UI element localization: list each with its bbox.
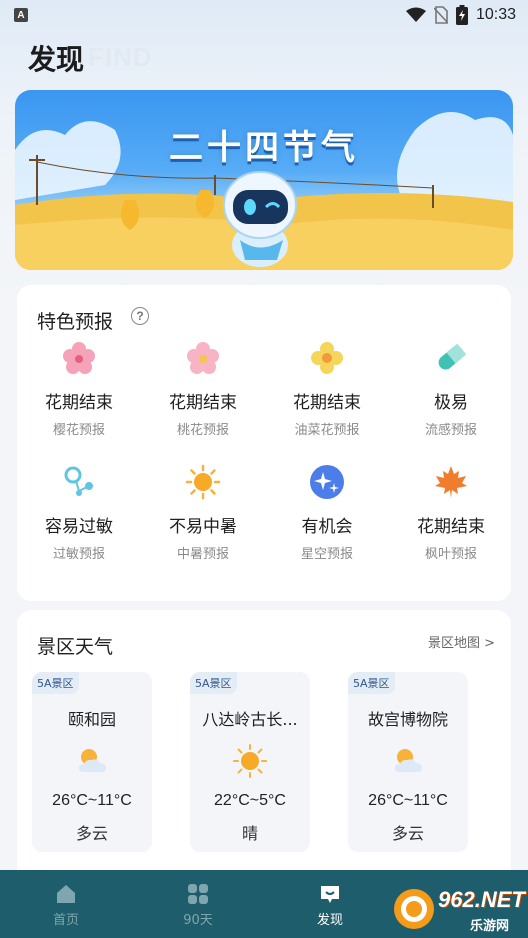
feature-status: 花期结束 xyxy=(169,393,237,413)
battery-charging-icon xyxy=(455,5,468,25)
feature-label: 星空预报 xyxy=(300,547,353,562)
feature-status: 不易中暑 xyxy=(169,517,237,537)
status-bar: A 10:33 xyxy=(0,0,528,30)
nav-label: 首页 xyxy=(52,913,79,928)
feature-peach-blossom[interactable]: 花期结束 桃花预报 xyxy=(141,340,265,438)
page-title: 发现 xyxy=(28,43,85,76)
scenic-temp: 26°C~11°C xyxy=(368,792,448,809)
watermark-logo: 962.NET 乐游网 xyxy=(388,885,526,935)
nav-label: 发现 xyxy=(316,913,343,928)
scenic-name: 故宫博物院 xyxy=(367,710,448,729)
feature-cherry-blossom[interactable]: 花期结束 樱花预报 xyxy=(17,340,141,438)
nav-90-days[interactable]: 90天 xyxy=(132,870,264,938)
scenic-temp: 26°C~11°C xyxy=(52,792,132,809)
feature-status: 有机会 xyxy=(301,517,353,537)
featured-forecast-card: 特色预报 ? 花期结束 樱花预报 花期结束 桃花预报 花期结束 油菜花预报 极易… xyxy=(17,285,511,601)
feature-flu[interactable]: 极易 流感预报 xyxy=(389,340,513,438)
help-icon[interactable]: ? xyxy=(131,307,149,325)
feature-heatstroke[interactable]: 不易中暑 中暑预报 xyxy=(141,464,265,562)
sunny-icon xyxy=(233,744,267,778)
scenic-badge: 5A景区 xyxy=(32,672,79,694)
feature-status: 花期结束 xyxy=(45,393,113,413)
watermark-icon xyxy=(394,889,434,929)
feature-label: 樱花预报 xyxy=(52,423,105,438)
scenic-badge: 5A景区 xyxy=(190,672,237,694)
banner-title: 二十四节气 xyxy=(169,128,359,168)
featured-forecast-title: 特色预报 xyxy=(37,311,114,333)
stars-icon xyxy=(310,465,344,499)
discover-icon xyxy=(321,886,339,903)
partly-cloudy-icon xyxy=(395,749,422,772)
scenic-temp: 22°C~5°C xyxy=(214,792,286,809)
page-subtitle: FIND xyxy=(88,42,153,72)
nav-discover[interactable]: 发现 xyxy=(264,870,396,938)
scenic-condition: 多云 xyxy=(75,824,108,843)
feature-allergy[interactable]: 容易过敏 过敏预报 xyxy=(17,464,141,562)
peach-blossom-icon xyxy=(187,342,219,374)
scenic-item-badaling[interactable]: 5A景区 八达岭古长... 22°C~5°C 晴 xyxy=(190,672,310,852)
solar-terms-banner[interactable]: 二十四节气 xyxy=(15,90,513,270)
feature-label: 油菜花预报 xyxy=(294,423,360,438)
cherry-blossom-icon xyxy=(63,342,95,374)
maple-leaf-icon xyxy=(435,466,467,498)
feature-label: 流感预报 xyxy=(424,423,477,438)
no-sim-icon xyxy=(433,6,448,24)
home-icon xyxy=(57,885,75,903)
scenic-weather-title: 景区天气 xyxy=(37,636,114,658)
scenic-map-link[interactable]: 景区地图 > xyxy=(428,632,495,651)
feature-status: 极易 xyxy=(434,393,468,413)
feature-label: 中暑预报 xyxy=(176,547,229,562)
app-notification-icon: A xyxy=(14,8,28,22)
clock: 10:33 xyxy=(475,6,516,23)
rapeseed-flower-icon xyxy=(311,342,343,374)
feature-label: 过敏预报 xyxy=(52,547,105,562)
scenic-item-summer-palace[interactable]: 5A景区 颐和园 26°C~11°C 多云 xyxy=(32,672,152,852)
scenic-item-forbidden-city[interactable]: 5A景区 故宫博物院 26°C~11°C 多云 xyxy=(348,672,468,852)
nav-label: 90天 xyxy=(183,913,213,928)
scenic-name: 颐和园 xyxy=(67,710,116,729)
scenic-condition: 晴 xyxy=(241,824,258,843)
feature-status: 花期结束 xyxy=(417,517,485,537)
scenic-name: 八达岭古长... xyxy=(202,710,298,729)
feature-maple-leaf[interactable]: 花期结束 枫叶预报 xyxy=(389,464,513,562)
feature-status: 容易过敏 xyxy=(45,517,113,537)
feature-status: 花期结束 xyxy=(293,393,361,413)
feature-starry-sky[interactable]: 有机会 星空预报 xyxy=(265,464,389,562)
nav-home[interactable]: 首页 xyxy=(0,870,132,938)
pill-icon xyxy=(438,343,467,370)
scenic-badge: 5A景区 xyxy=(348,672,395,694)
pollen-icon xyxy=(64,466,93,496)
feature-label: 桃花预报 xyxy=(176,423,229,438)
banner-illustration xyxy=(15,112,513,270)
sun-icon xyxy=(185,464,221,500)
feature-label: 枫叶预报 xyxy=(424,547,477,562)
scenic-condition: 多云 xyxy=(391,824,424,843)
watermark-subtext: 乐游网 xyxy=(470,919,510,934)
partly-cloudy-icon xyxy=(79,749,106,772)
grid-icon xyxy=(188,884,208,904)
watermark-text: 962.NET xyxy=(438,887,525,912)
scenic-weather-card: 景区天气 景区地图 > 5A景区 颐和园 26°C~11°C 多云 5A景区 八… xyxy=(17,610,511,880)
wifi-icon xyxy=(405,7,426,22)
feature-rapeseed-flower[interactable]: 花期结束 油菜花预报 xyxy=(265,340,389,438)
